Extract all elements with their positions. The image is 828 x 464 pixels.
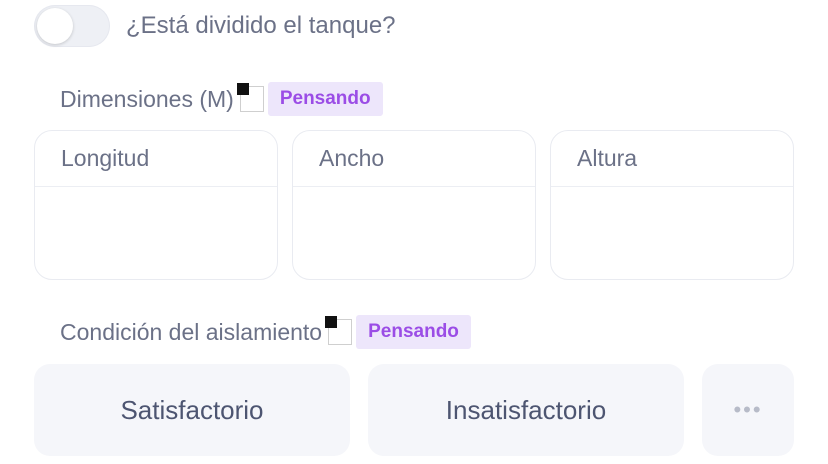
dimensions-header: Dimensiones (M) Pensando xyxy=(60,82,383,116)
width-field-label: Ancho xyxy=(293,131,535,187)
cursor-icon xyxy=(236,83,264,112)
width-field[interactable]: Ancho xyxy=(292,130,536,280)
height-field-label: Altura xyxy=(551,131,793,187)
option-unsatisfactory-button[interactable]: Insatisfactorio xyxy=(368,364,684,456)
status-badge: Pensando xyxy=(356,315,471,349)
more-options-icon: ••• xyxy=(733,397,763,422)
cursor-icon xyxy=(325,316,353,345)
divided-tank-row: ¿Está dividido el tanque? xyxy=(34,4,396,48)
status-badge: Pensando xyxy=(267,82,383,116)
divided-tank-toggle[interactable] xyxy=(34,5,110,47)
height-input[interactable] xyxy=(551,187,793,279)
tank-form: ¿Está dividido el tanque? Dimensiones (M… xyxy=(0,0,828,464)
insulation-header: Condición del aislamiento Pensando xyxy=(60,315,471,349)
option-satisfactory-button[interactable]: Satisfactorio xyxy=(34,364,350,456)
divided-tank-label: ¿Está dividido el tanque? xyxy=(126,12,396,39)
length-input[interactable] xyxy=(35,187,277,279)
length-field[interactable]: Longitud xyxy=(34,130,278,280)
toggle-knob xyxy=(37,8,73,44)
dimensions-label: Dimensiones (M) xyxy=(60,85,234,112)
height-field[interactable]: Altura xyxy=(550,130,794,280)
width-input[interactable] xyxy=(293,187,535,279)
dimension-fields: Longitud Ancho Altura xyxy=(34,130,794,280)
insulation-label: Condición del aislamiento xyxy=(60,318,323,345)
length-field-label: Longitud xyxy=(35,131,277,187)
more-options-button[interactable]: ••• xyxy=(702,364,794,456)
